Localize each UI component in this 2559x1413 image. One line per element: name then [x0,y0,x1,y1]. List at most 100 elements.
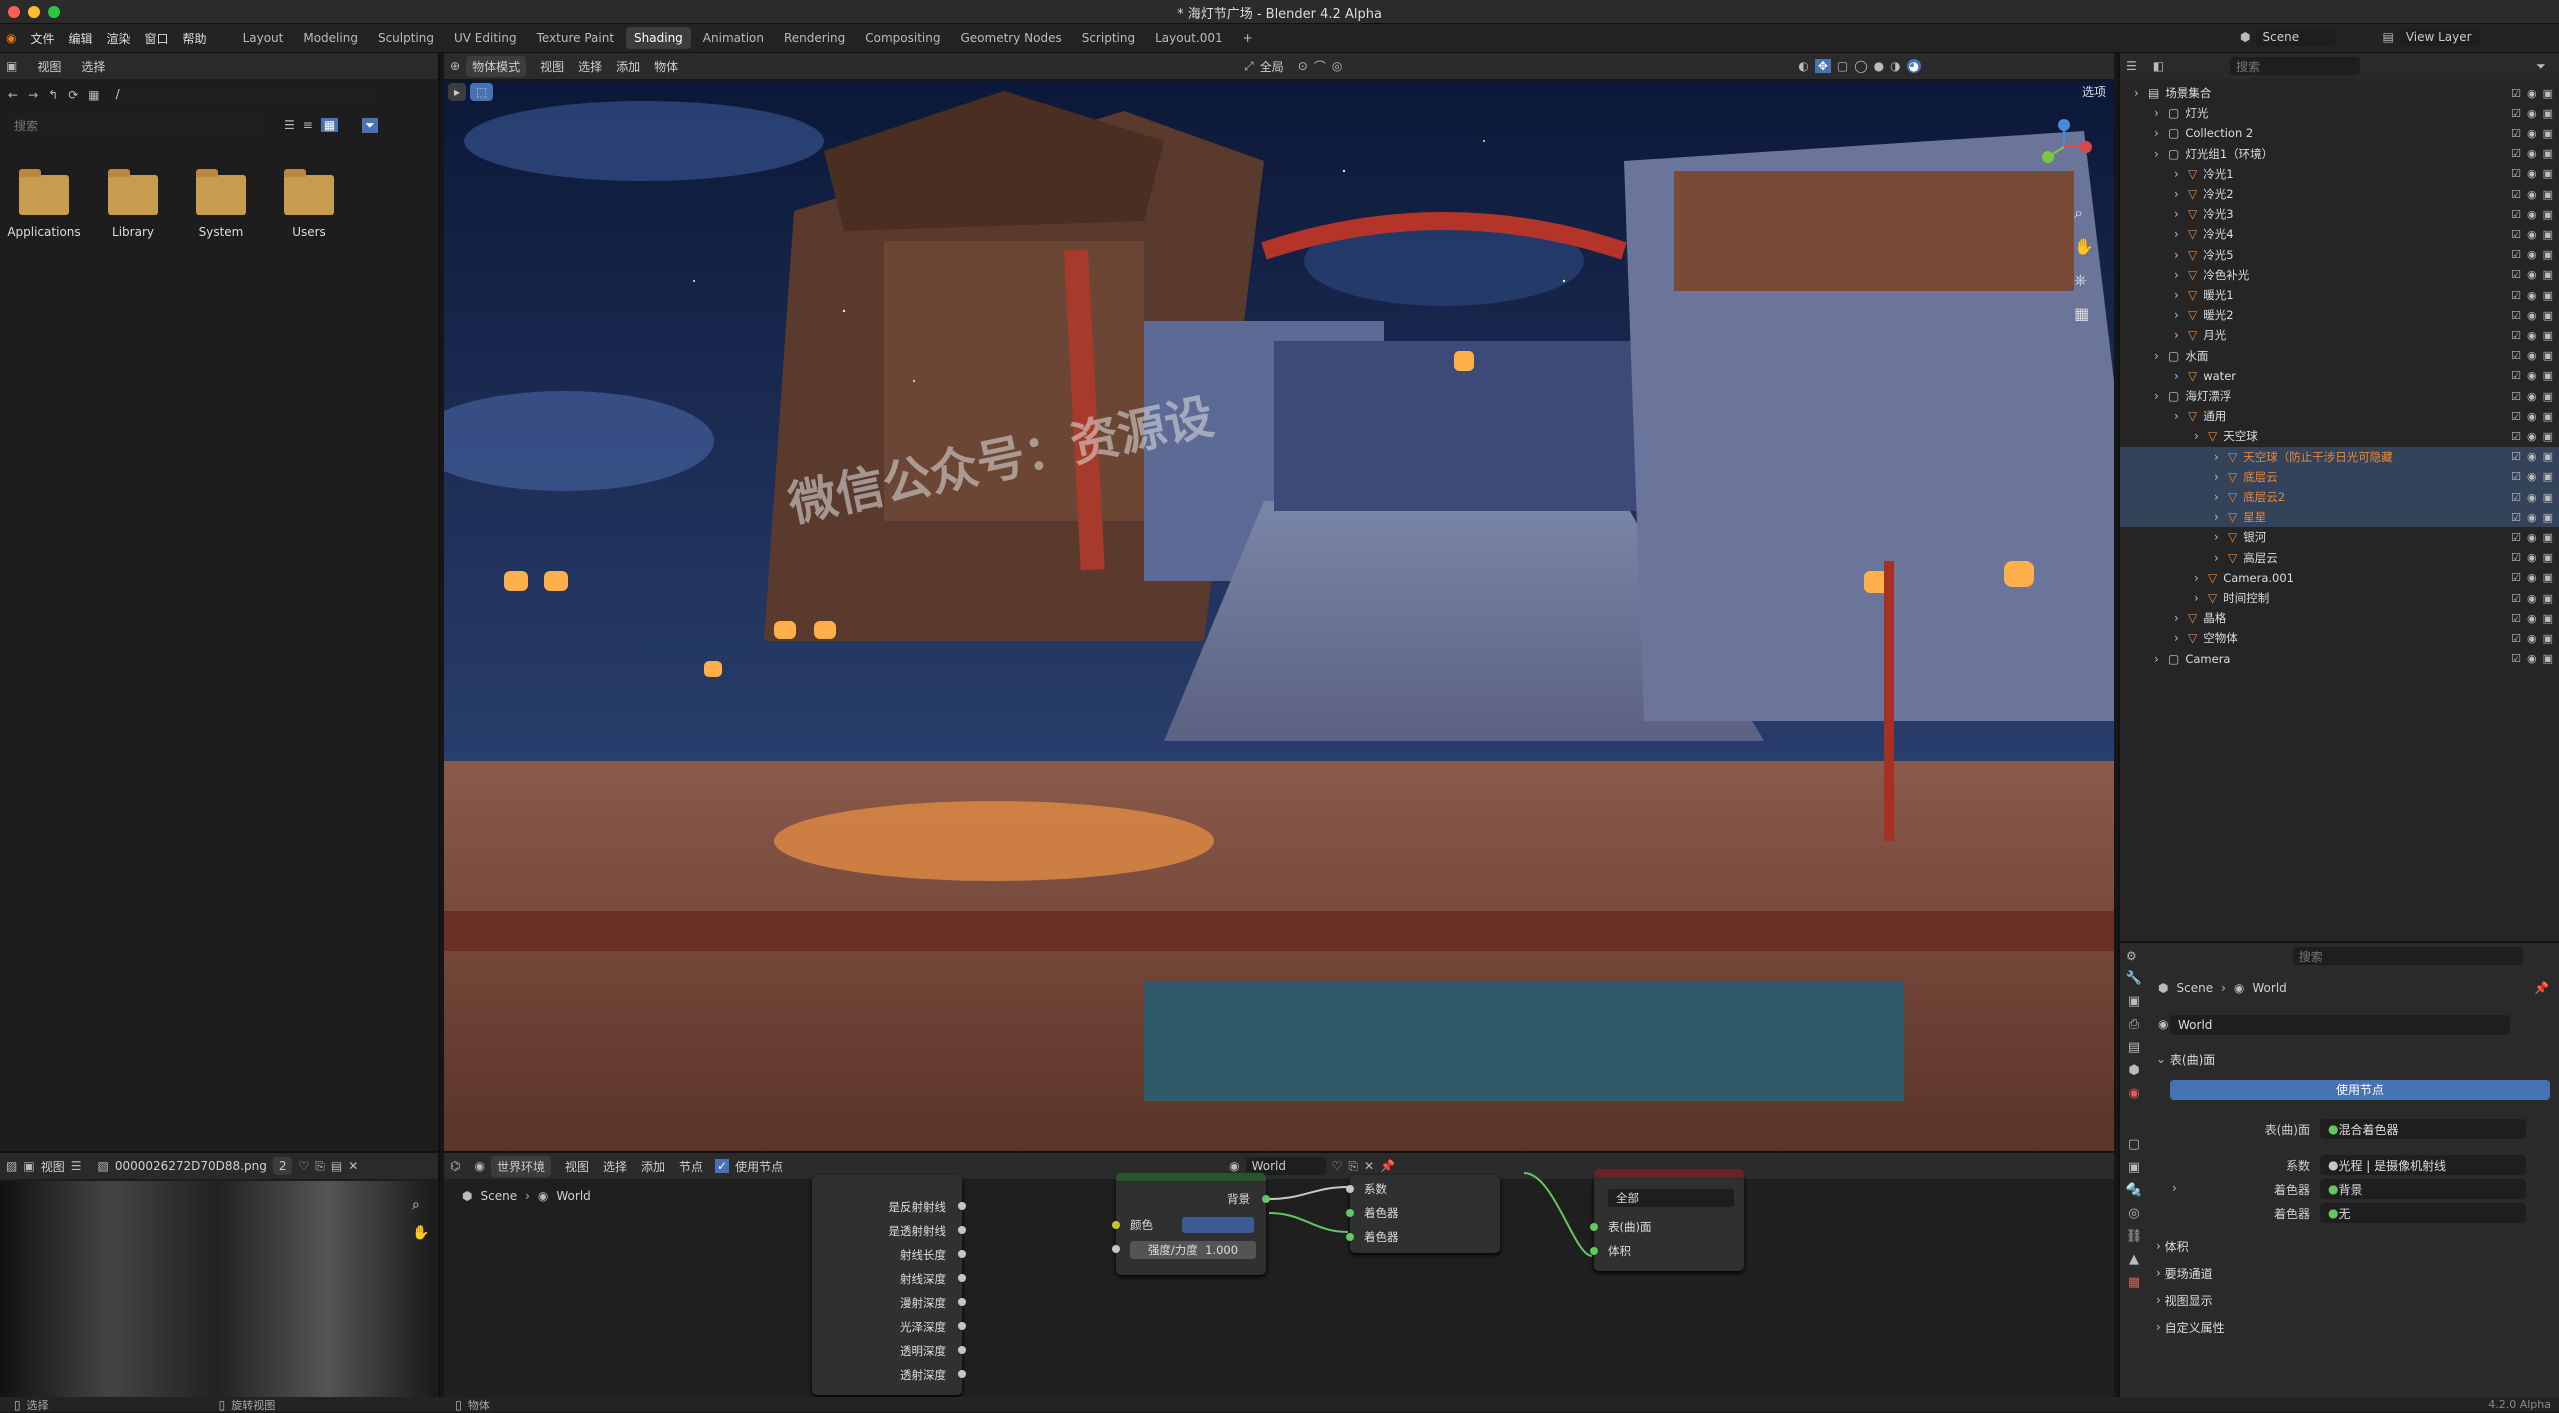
data-tab-icon[interactable]: ▲ [2129,1252,2139,1267]
eye-icon[interactable]: ◉ [2527,410,2537,423]
outliner-row[interactable]: › ▽ 天空球（防止干涉日光可隐藏 ☑ ◉ ▣ [2120,446,2559,467]
editor-type-icon[interactable]: ⚙ [2126,949,2137,963]
proportional-edit-icon[interactable]: ◎ [1332,59,1342,73]
eye-icon[interactable]: ◉ [2527,531,2537,544]
expand-chevron-icon[interactable]: › [2214,551,2228,565]
checkbox-icon[interactable]: ☑ [2511,228,2521,241]
tab-modeling[interactable]: Modeling [295,27,366,49]
shading-wireframe-icon[interactable]: ◯ [1854,59,1867,73]
eye-icon[interactable]: ◉ [2527,652,2537,665]
expand-chevron-icon[interactable]: › [2214,490,2228,504]
section-volume[interactable]: › 体积 [2156,1235,2556,1257]
camera-render-icon[interactable]: ▣ [2543,450,2553,463]
eye-icon[interactable]: ◉ [2527,571,2537,584]
checkbox-icon[interactable]: ☑ [2511,248,2521,261]
eye-icon[interactable]: ◉ [2527,450,2537,463]
eye-icon[interactable]: ◉ [2527,511,2537,524]
output-socket[interactable] [958,1202,966,1210]
camera-render-icon[interactable]: ▣ [2543,369,2553,382]
outliner-row[interactable]: › ▽ Camera.001 ☑ ◉ ▣ [2120,568,2559,588]
texture-preview[interactable] [0,1181,436,1397]
expand-chevron-icon[interactable]: › [2194,571,2208,585]
folder-library[interactable]: Library [93,169,173,239]
eye-icon[interactable]: ◉ [2527,289,2537,302]
camera-render-icon[interactable]: ▣ [2543,430,2553,443]
strength-input-socket[interactable] [1112,1245,1120,1253]
output-socket[interactable] [958,1370,966,1378]
checkbox-icon[interactable]: ☑ [2511,87,2521,100]
eye-icon[interactable]: ◉ [2527,208,2537,221]
checkbox-icon[interactable]: ☑ [2511,349,2521,362]
outliner-row[interactable]: › ▽ 冷光2 ☑ ◉ ▣ [2120,184,2559,204]
camera-render-icon[interactable]: ▣ [2543,511,2553,524]
blender-logo-icon[interactable]: ◉ [6,31,16,45]
pan-hand-icon[interactable]: ✋ [412,1225,429,1241]
fb-search-input[interactable]: 搜索 [8,115,266,135]
checkbox-icon[interactable]: ☑ [2511,450,2521,463]
outliner-row[interactable]: › ▽ 暖光1 ☑ ◉ ▣ [2120,285,2559,305]
eye-icon[interactable]: ◉ [2527,612,2537,625]
menu-edit[interactable]: 编辑 [69,30,93,47]
outliner-row[interactable]: › ▽ 冷光1 ☑ ◉ ▣ [2120,164,2559,184]
eye-icon[interactable]: ◉ [2527,369,2537,382]
output-tab-icon[interactable]: ⎙ [2129,1017,2139,1032]
eye-icon[interactable]: ◉ [2527,268,2537,281]
navigation-gizmo[interactable] [2034,117,2094,177]
outliner-row[interactable]: › ▢ 水面 ☑ ◉ ▣ [2120,346,2559,366]
shader-node-editor[interactable]: ⌬ ◉ 世界环境 视图 选择 添加 节点 ✓ 使用节点 ◉ World ♡ ⎘ … [444,1151,2114,1397]
camera-render-icon[interactable]: ▣ [2543,268,2553,281]
list-view-icon[interactable]: ☰ [284,118,295,132]
open-image-icon[interactable]: ▤ [331,1159,342,1173]
checkbox-icon[interactable]: ☑ [2511,369,2521,382]
filter-icon[interactable]: ⏷ [362,117,378,133]
expand-chevron-icon[interactable]: › [2214,530,2228,544]
checkbox-icon[interactable]: ☑ [2511,410,2521,423]
outliner-row[interactable]: › ▽ 月光 ☑ ◉ ▣ [2120,325,2559,345]
outliner-row[interactable]: › ▽ 高层云 ☑ ◉ ▣ [2120,548,2559,568]
forward-icon[interactable]: → [28,88,38,102]
back-icon[interactable]: ← [8,88,18,102]
add-workspace-icon[interactable]: + [1235,27,1261,49]
path-field[interactable]: / [109,85,380,105]
outliner-row[interactable]: › ▢ 海灯漂浮 ☑ ◉ ▣ [2120,386,2559,406]
expand-chevron-icon[interactable]: › [2174,328,2188,342]
camera-render-icon[interactable]: ▣ [2543,349,2553,362]
camera-render-icon[interactable]: ▣ [2543,551,2553,564]
outliner-row[interactable]: › ▽ 天空球 ☑ ◉ ▣ [2120,426,2559,446]
expand-chevron-icon[interactable]: › [2174,167,2188,181]
expand-chevron-icon[interactable]: › [2174,207,2188,221]
eye-icon[interactable]: ◉ [2527,188,2537,201]
section-custom-properties[interactable]: › 自定义属性 [2156,1316,2556,1338]
camera-render-icon[interactable]: ▣ [2543,571,2553,584]
tab-texture-paint[interactable]: Texture Paint [529,27,622,49]
fb-menu-view[interactable]: 视图 [37,58,61,75]
vp-menu-view[interactable]: 视图 [540,58,564,75]
folder-applications[interactable]: Applications [4,169,84,239]
checkbox-icon[interactable]: ☑ [2511,652,2521,665]
shader-2-field[interactable]: ● 无 [2320,1203,2526,1223]
detail-view-icon[interactable]: ≡ [303,118,313,132]
tab-compositing[interactable]: Compositing [857,27,948,49]
checkbox-icon[interactable]: ☑ [2511,147,2521,160]
checkbox-icon[interactable]: ☑ [2511,551,2521,564]
camera-render-icon[interactable]: ▣ [2543,470,2553,483]
eye-icon[interactable]: ◉ [2527,127,2537,140]
shader-input-socket[interactable] [1346,1233,1354,1241]
target-selector[interactable]: 全部 [1608,1189,1734,1207]
output-socket[interactable] [958,1346,966,1354]
camera-render-icon[interactable]: ▣ [2543,167,2553,180]
expand-chevron-icon[interactable]: › [2174,631,2188,645]
eye-icon[interactable]: ◉ [2527,87,2537,100]
world-tab-icon[interactable]: ◉ [2128,1086,2139,1101]
scene-tab-icon[interactable]: ⬢ [2128,1063,2139,1078]
outliner-row[interactable]: › ▽ 底层云2 ☑ ◉ ▣ [2120,487,2559,507]
expand-chevron-icon[interactable]: › [2214,470,2228,484]
checkbox-icon[interactable]: ☑ [2511,167,2521,180]
expand-chevron-icon[interactable]: › [2154,126,2168,140]
camera-render-icon[interactable]: ▣ [2543,390,2553,403]
surface-input-socket[interactable] [1590,1223,1598,1231]
menu-help[interactable]: 帮助 [183,30,207,47]
menu-render[interactable]: 渲染 [107,30,131,47]
output-socket[interactable] [958,1226,966,1234]
camera-render-icon[interactable]: ▣ [2543,491,2553,504]
